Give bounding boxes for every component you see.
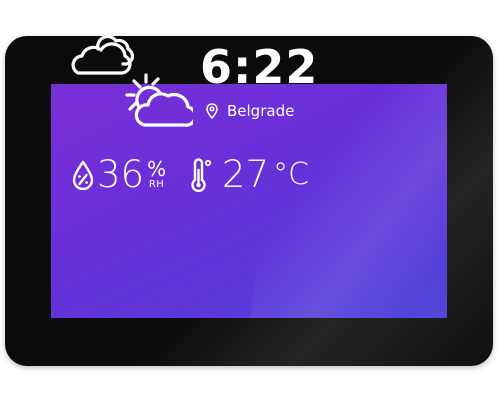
map-pin-icon [206,103,218,119]
thermometer-icon [191,157,212,192]
location-row: Belgrade [206,102,294,120]
temperature-readout: 27 °C [188,156,309,193]
humidity-value: 36 [97,153,145,196]
temperature-unit: °C [273,156,310,192]
humidity-percent-symbol: % [147,157,167,181]
humidity-readout: 36 % RH [72,156,166,193]
temperature-value: 27 [222,153,270,196]
humidity-unit: % RH [147,159,166,190]
weather-icon [71,35,193,127]
clock-time: 6:22 [200,40,319,94]
humidity-drop-icon [72,160,94,190]
humidity-rh-label: RH [148,179,165,190]
location-label: Belgrade [227,102,295,120]
